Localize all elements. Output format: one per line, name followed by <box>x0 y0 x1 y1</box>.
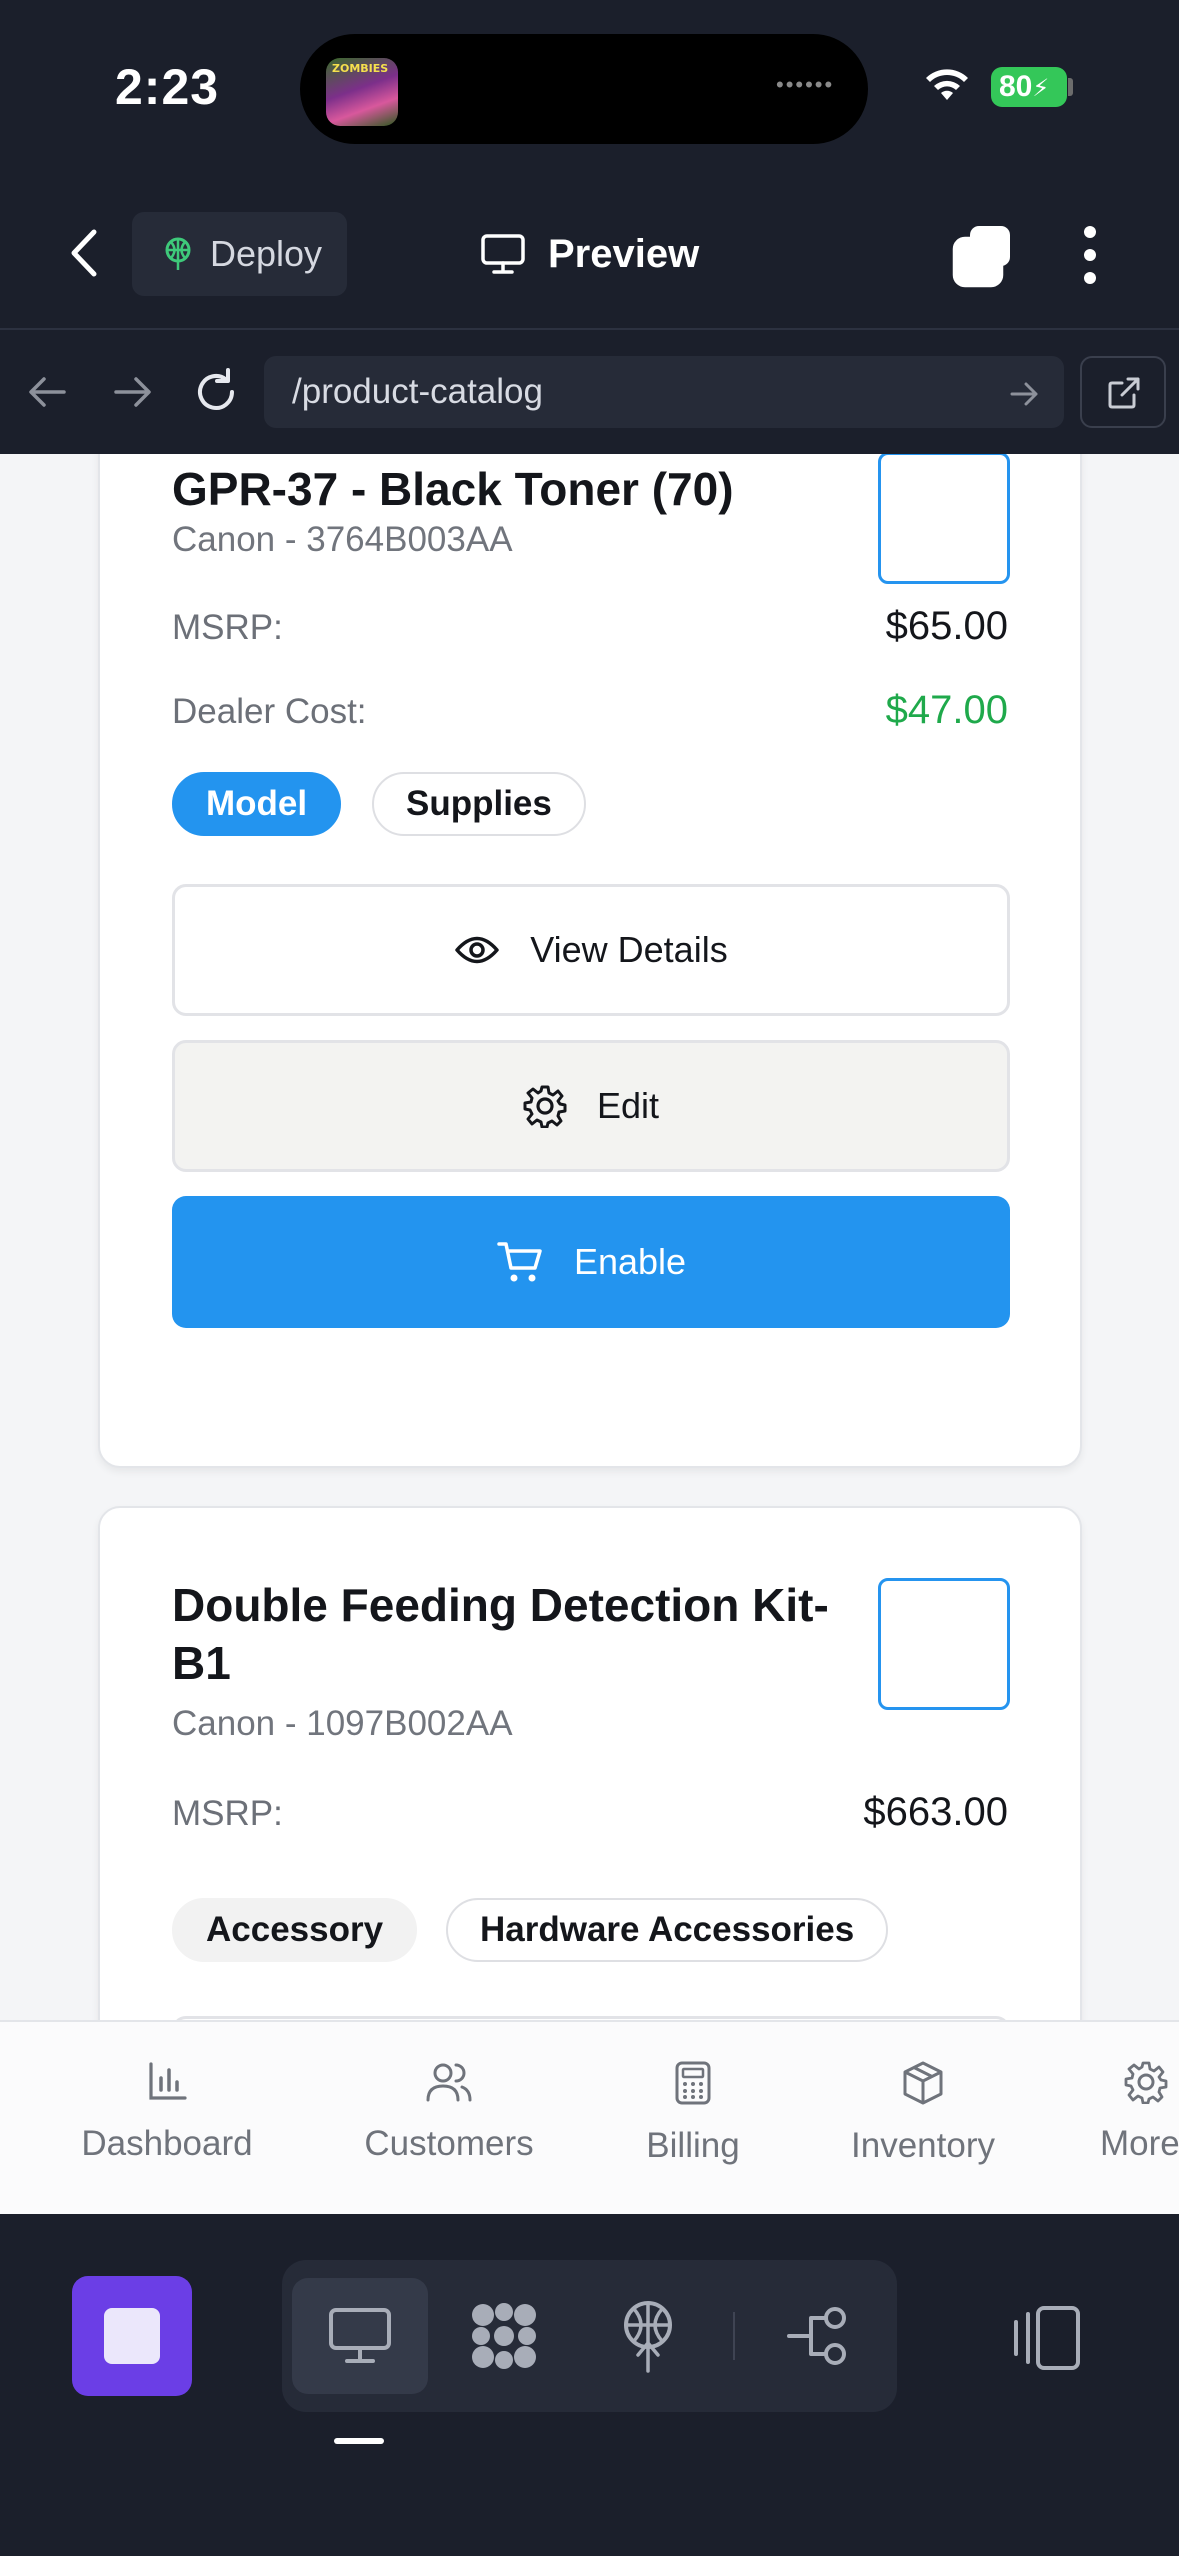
bottom-tab-bar: Dashboard Customers Billing Inventory Mo… <box>0 2020 1179 2214</box>
enable-label: Enable <box>573 1241 687 1282</box>
users-icon <box>426 2063 472 2102</box>
git-branch-button[interactable] <box>752 2278 888 2394</box>
island-activity-dots: •••••• <box>776 72 835 97</box>
deploy-view-button[interactable] <box>580 2278 716 2394</box>
apps-view-button[interactable] <box>436 2278 572 2394</box>
tab-label: More <box>1100 2124 1179 2163</box>
toolbar-divider <box>733 2312 735 2360</box>
calculator-icon <box>675 2061 711 2105</box>
external-link-icon <box>1108 377 1140 409</box>
deploy-icon <box>624 2301 672 2373</box>
url-go-arrow-icon[interactable] <box>1004 374 1044 414</box>
url-field[interactable]: /product-catalog <box>264 356 1064 428</box>
gear-icon <box>523 1085 567 1128</box>
monitor-icon <box>329 2308 391 2363</box>
charging-bolt-icon: ⚡ <box>1032 75 1050 102</box>
tag-hardware-accessories: Hardware Accessories <box>446 1898 889 1962</box>
deploy-button[interactable]: Deploy <box>132 212 347 296</box>
branch-icon <box>787 2307 846 2365</box>
battery-cap <box>1068 78 1073 96</box>
tab-more[interactable]: More <box>1100 2060 1179 2164</box>
tab-label: Dashboard <box>81 2124 253 2163</box>
tag-supplies: Supplies <box>372 772 586 836</box>
dealer-cost-label: Dealer Cost: <box>172 692 367 731</box>
tab-dashboard[interactable]: Dashboard <box>72 2060 262 2164</box>
gear-icon <box>1124 2061 1168 2104</box>
now-playing-artwork: ZOMBIES <box>326 58 398 126</box>
tab-label: Billing <box>646 2126 740 2165</box>
stop-button[interactable] <box>72 2276 192 2396</box>
tab-billing[interactable]: Billing <box>628 2060 758 2166</box>
wifi-icon <box>926 69 968 100</box>
artwork-text: ZOMBIES <box>332 62 389 75</box>
open-external-button[interactable] <box>1080 356 1166 428</box>
edit-button[interactable]: Edit <box>172 1040 1010 1172</box>
view-details-button[interactable]: View Details <box>172 884 1010 1016</box>
reload-icon[interactable] <box>188 364 244 420</box>
select-checkbox[interactable] <box>878 1578 1010 1710</box>
battery-level: 80 <box>999 70 1033 103</box>
more-options-icon[interactable] <box>1070 222 1110 288</box>
product-title: GPR-37 - Black Toner (70) <box>172 463 734 515</box>
browser-forward-icon[interactable] <box>104 364 160 420</box>
tag-accessory: Accessory <box>172 1898 418 1962</box>
page-content: GPR-37 - Black Toner (70) Canon - 3764B0… <box>0 454 1179 2020</box>
enable-button[interactable]: Enable <box>172 1196 1010 1328</box>
cluster-icon <box>472 2303 536 2369</box>
product-card: Double Feeding Detection Kit- B1 Canon -… <box>98 1506 1082 2020</box>
preview-view-button[interactable] <box>292 2278 428 2394</box>
back-chevron-icon[interactable] <box>60 222 110 284</box>
edit-label: Edit <box>596 1085 660 1126</box>
deploy-icon <box>165 237 191 270</box>
deploy-label: Deploy <box>210 233 323 274</box>
browser-back-icon[interactable] <box>20 364 76 420</box>
side-panel-icon[interactable] <box>1010 2304 1082 2372</box>
tab-inventory[interactable]: Inventory <box>838 2060 1008 2166</box>
tag-model: Model <box>172 772 342 836</box>
msrp-value: $663.00 <box>863 1790 1008 1834</box>
tab-customers[interactable]: Customers <box>354 2060 544 2164</box>
stop-square-icon <box>104 2308 160 2364</box>
copy-window-icon[interactable] <box>950 222 1016 288</box>
view-details-label: View Details <box>530 929 728 970</box>
eye-icon <box>455 936 500 964</box>
cart-icon <box>497 1242 542 1282</box>
product-subtitle: Canon - 1097B002AA <box>172 1704 513 1743</box>
package-icon <box>903 2061 943 2105</box>
select-checkbox[interactable] <box>878 454 1010 584</box>
bar-chart-icon <box>149 2062 187 2100</box>
product-title-line2: B1 <box>172 1637 231 1689</box>
battery-indicator: 80⚡ <box>991 67 1067 107</box>
dealer-cost-value: $47.00 <box>885 688 1008 732</box>
product-card: GPR-37 - Black Toner (70) Canon - 3764B0… <box>98 454 1082 1468</box>
msrp-label: MSRP: <box>172 608 283 647</box>
msrp-value: $65.00 <box>885 604 1008 648</box>
product-title-line1: Double Feeding Detection Kit- <box>172 1579 829 1631</box>
preview-tab[interactable]: Preview <box>480 224 699 284</box>
tab-label: Inventory <box>851 2126 995 2165</box>
product-subtitle: Canon - 3764B003AA <box>172 520 513 559</box>
msrp-label: MSRP: <box>172 1794 283 1833</box>
active-view-indicator <box>334 2438 384 2444</box>
tab-label: Customers <box>364 2124 534 2163</box>
status-time: 2:23 <box>115 59 220 115</box>
preview-label: Preview <box>548 231 700 276</box>
monitor-icon <box>481 234 525 274</box>
